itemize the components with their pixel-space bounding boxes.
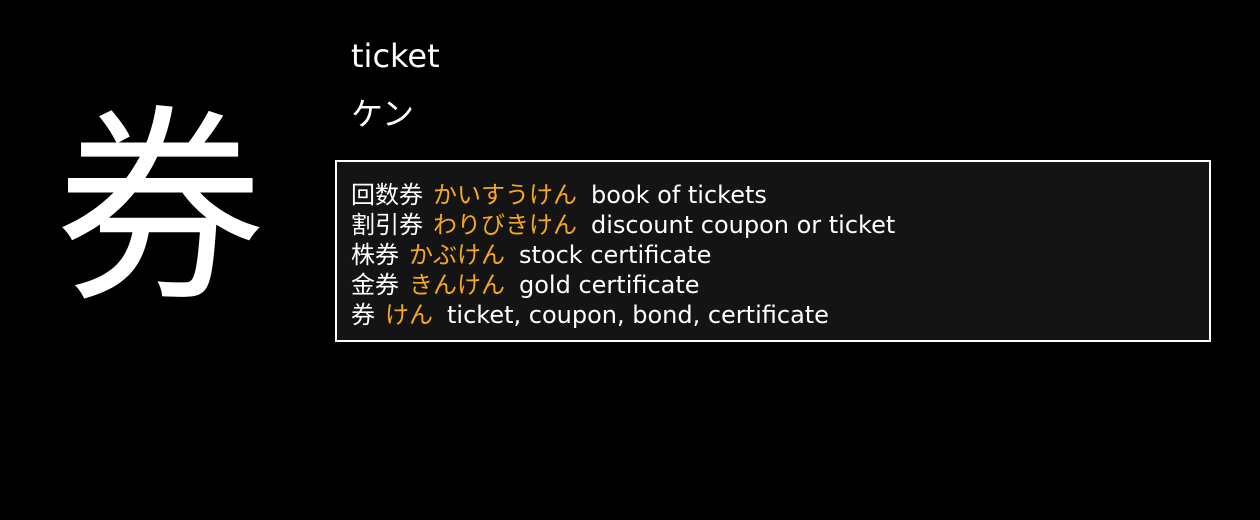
kanji-meaning: ticket (351, 37, 440, 75)
vocabulary-kana: けん (385, 301, 433, 329)
vocabulary-word: 券 (351, 301, 375, 329)
vocabulary-list: 回数券 かいすうけん book of tickets 割引券 わりびきけん discou… (351, 180, 895, 330)
kanji-character: 券 (55, 87, 266, 332)
vocabulary-word: 株券 (351, 241, 399, 269)
vocabulary-kana: かぶけん (409, 241, 505, 269)
vocabulary-kana: かいすうけん (433, 181, 577, 209)
vocabulary-gloss: stock certificate (519, 241, 712, 269)
vocabulary-kana: きんけん (409, 271, 505, 299)
vocabulary-item: 株券 かぶけん stock certificate (351, 240, 895, 270)
vocabulary-gloss: discount coupon or ticket (591, 211, 896, 239)
vocabulary-gloss: gold certificate (519, 271, 700, 299)
vocabulary-kana: わりびきけん (433, 211, 577, 239)
vocabulary-item: 券けん ticket, coupon, bond, certificate (351, 300, 895, 330)
vocabulary-item: 割引券 わりびきけん discount coupon or ticket (351, 210, 895, 240)
vocabulary-item: 回数券 かいすうけん book of tickets (351, 180, 895, 210)
vocabulary-word: 回数券 (351, 181, 423, 209)
kanji-reading: ケン (351, 95, 415, 133)
vocabulary-word: 割引券 (351, 211, 423, 239)
vocabulary-gloss: book of tickets (591, 181, 767, 209)
vocabulary-item: 金券 きんけん gold certificate (351, 270, 895, 300)
vocabulary-word: 金券 (351, 271, 399, 299)
vocabulary-box: 回数券 かいすうけん book of tickets 割引券 わりびきけん discou… (335, 160, 1211, 342)
vocabulary-gloss: ticket, coupon, bond, certificate (447, 301, 829, 329)
